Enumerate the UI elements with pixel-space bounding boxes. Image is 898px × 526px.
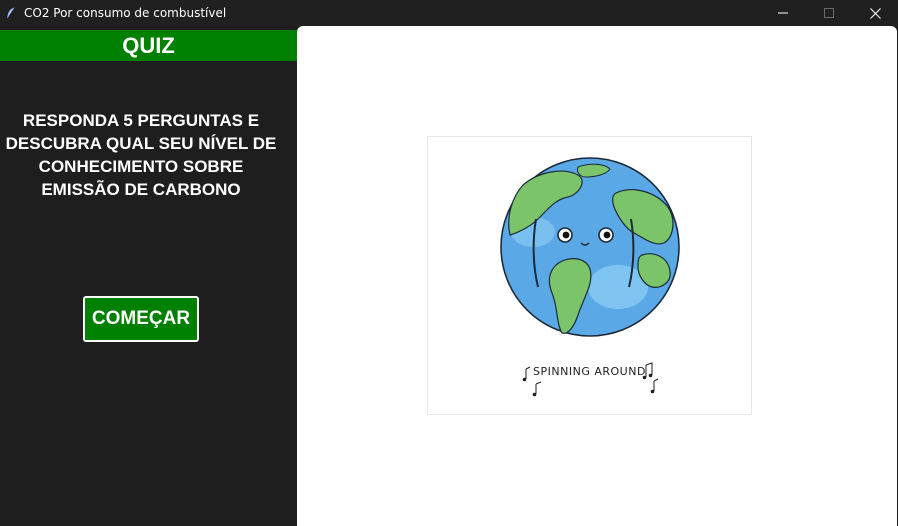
minimize-button[interactable] (760, 0, 806, 26)
maximize-button[interactable] (806, 0, 852, 26)
minimize-icon (778, 12, 788, 14)
maximize-icon (824, 8, 834, 18)
image-panel: SPINNING AROUND (297, 26, 897, 526)
quiz-header: QUIZ (0, 30, 297, 61)
window-controls (760, 0, 898, 26)
earth-illustration: SPINNING AROUND (427, 136, 752, 415)
title-bar: CO2 Por consumo de combustível (0, 0, 898, 26)
start-button[interactable]: COMEÇAR (83, 296, 199, 342)
quiz-sidebar: QUIZ RESPONDA 5 PERGUNTAS E DESCUBRA QUA… (0, 26, 297, 526)
image-caption: SPINNING AROUND (533, 365, 646, 378)
window-title: CO2 Por consumo de combustível (24, 6, 227, 20)
quiz-intro-text: RESPONDA 5 PERGUNTAS E DESCUBRA QUAL SEU… (5, 111, 277, 199)
close-icon (869, 7, 881, 19)
feather-icon (4, 6, 18, 20)
close-button[interactable] (852, 0, 898, 26)
